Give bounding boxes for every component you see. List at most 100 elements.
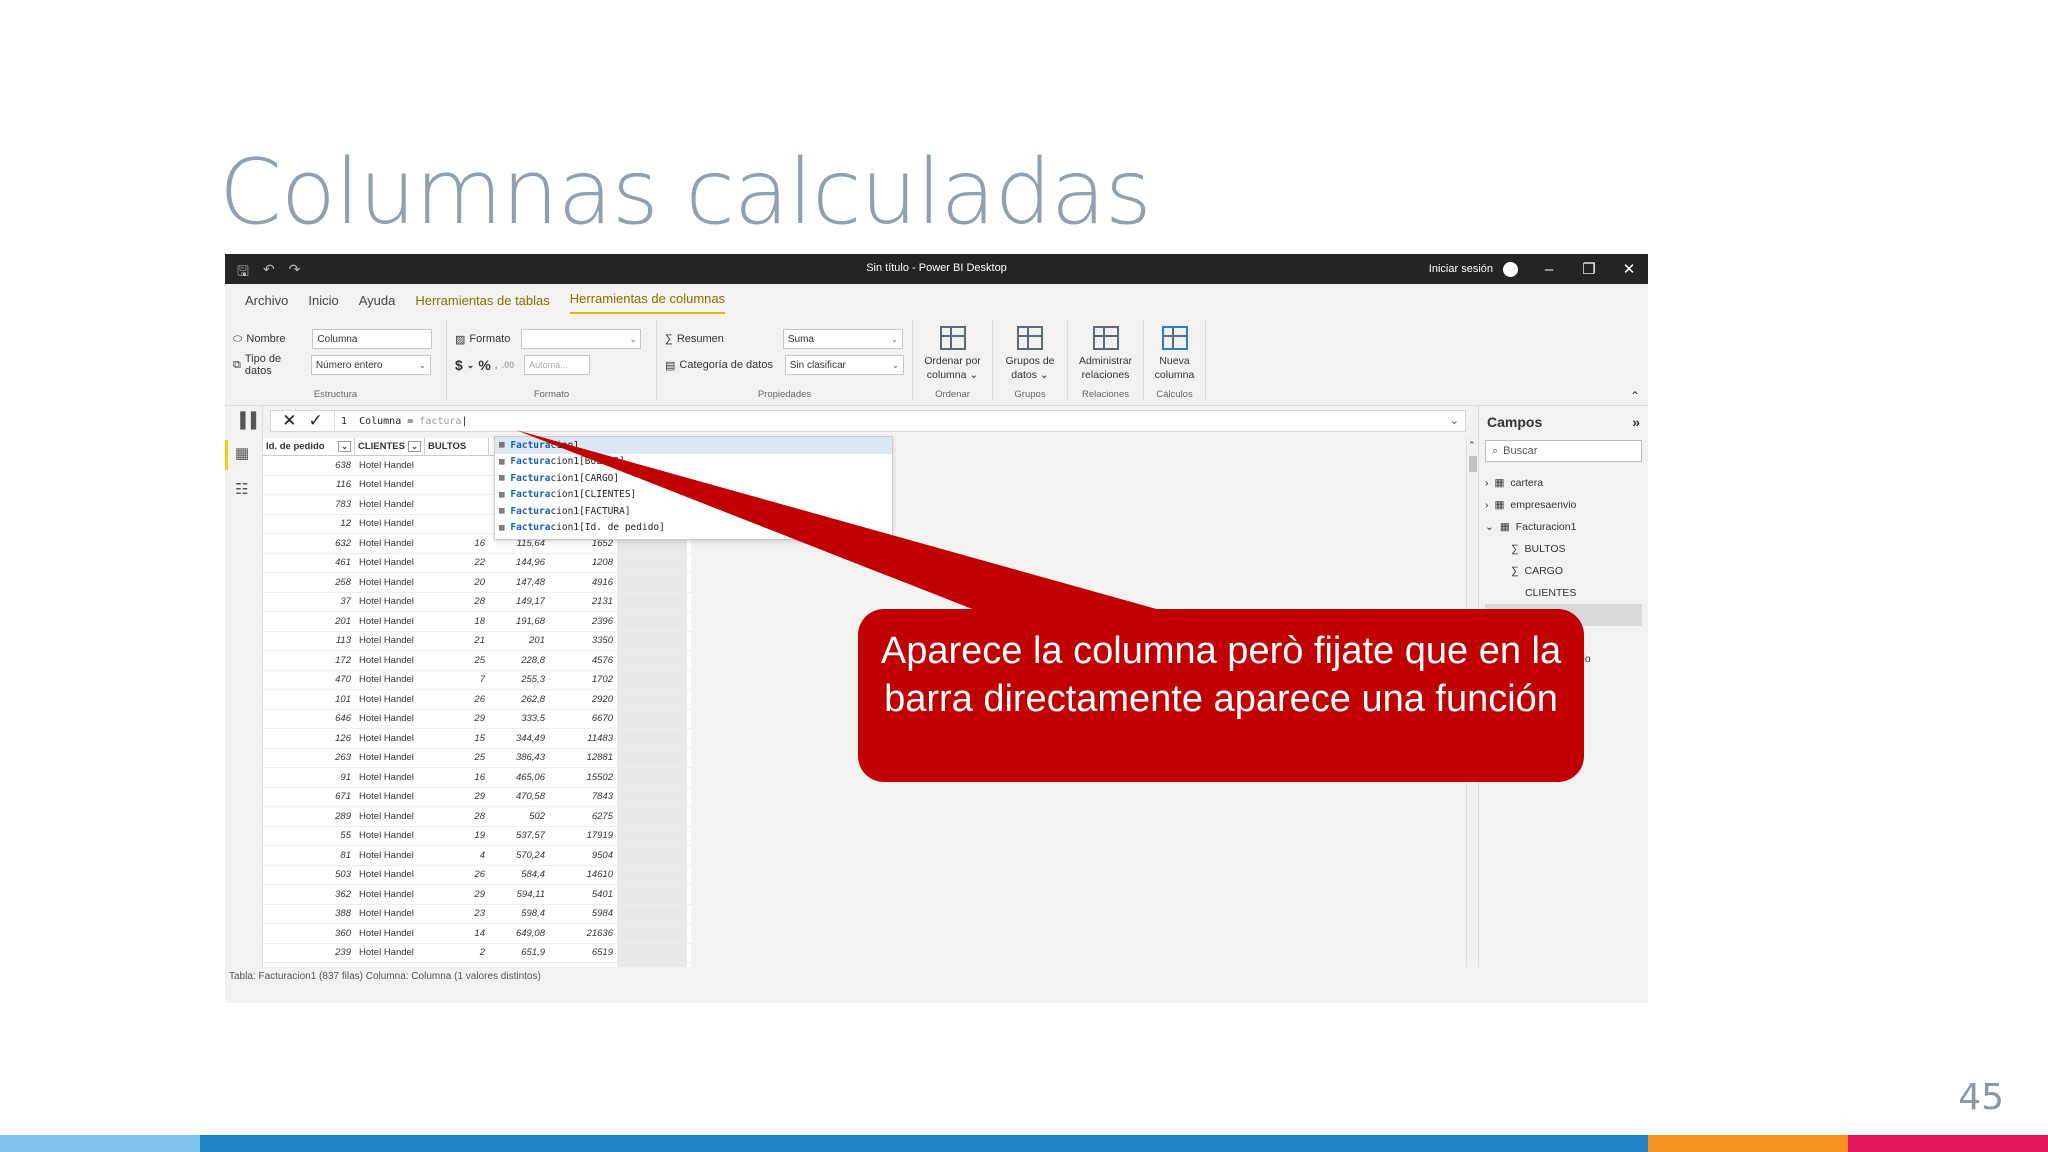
data-view-icon[interactable]: ▦ bbox=[235, 444, 249, 462]
tab-inicio[interactable]: Inicio bbox=[308, 293, 338, 314]
formula-text[interactable]: 1 Columna = factura| bbox=[335, 416, 467, 427]
table-item-facturacion1[interactable]: ⌄ ▦ Facturacion1 bbox=[1485, 516, 1642, 538]
cell-columna bbox=[617, 904, 687, 923]
field-item-cargo[interactable]: ∑ CARGO bbox=[1485, 560, 1642, 582]
manage-relationships-button[interactable]: Administrar relaciones bbox=[1076, 326, 1135, 382]
resumen-dropdown[interactable]: Suma ⌄ bbox=[782, 329, 903, 349]
tipo-dropdown[interactable]: Número entero ⌄ bbox=[310, 355, 431, 375]
field-item-bultos[interactable]: ∑ BULTOS bbox=[1485, 538, 1642, 560]
data-groups-button[interactable]: Grupos de datos ⌄ bbox=[1001, 326, 1059, 382]
tab-ayuda[interactable]: Ayuda bbox=[359, 293, 396, 314]
scroll-up-icon[interactable]: ⌃ bbox=[1468, 440, 1476, 451]
table-icon: ▦ bbox=[499, 522, 505, 533]
table-row[interactable]: 37 Hotel Handel 28 149,17 2131 bbox=[263, 592, 691, 612]
autocomplete-item[interactable]: ▦ Facturacion1[CLIENTES] bbox=[495, 487, 892, 504]
relationships-icon bbox=[1092, 326, 1119, 350]
table-row[interactable]: 671 Hotel Handel 29 470,58 7843 bbox=[263, 787, 691, 807]
decimals-icon[interactable]: .00 bbox=[502, 360, 515, 370]
cell-cargo: 262,8 bbox=[521, 693, 545, 705]
table-row[interactable]: 113 Hotel Handel 21 201 3350 bbox=[263, 631, 691, 651]
col-header-id[interactable]: Id. de pedido ⌄ bbox=[263, 438, 355, 455]
table-row[interactable]: 126 Hotel Handel 15 344,49 11483 bbox=[263, 729, 691, 749]
autocomplete-list[interactable]: ▦ Facturacion1 ▦ Facturacion1[BULTOS] ▦ Factu… bbox=[494, 436, 893, 540]
cell-columna bbox=[617, 690, 687, 709]
chevron-down-icon[interactable]: ⌄ bbox=[467, 360, 475, 371]
tab-archivo[interactable]: Archivo bbox=[245, 293, 288, 314]
cell-cliente: Hotel Handel bbox=[359, 830, 414, 842]
decimals-input[interactable]: Automá... bbox=[524, 355, 591, 375]
cell-cliente: Hotel Handel bbox=[359, 908, 414, 920]
autocomplete-item[interactable]: ▦ Facturacion1[Id. de pedido] bbox=[495, 520, 892, 537]
table-row[interactable]: 172 Hotel Handel 25 228,8 4576 bbox=[263, 651, 691, 671]
table-row[interactable]: 362 Hotel Handel 29 594,11 5401 bbox=[263, 885, 691, 905]
table-row[interactable]: 503 Hotel Handel 26 584,4 14610 bbox=[263, 865, 691, 885]
table-row[interactable]: 289 Hotel Handel 28 502 6275 bbox=[263, 807, 691, 827]
cell-bultos: 18 bbox=[474, 615, 485, 627]
cell-columna bbox=[617, 787, 687, 806]
table-row[interactable]: 388 Hotel Handel 23 598,4 5984 bbox=[263, 904, 691, 924]
cell-factura: 4916 bbox=[591, 576, 613, 588]
scroll-thumb[interactable] bbox=[1469, 456, 1477, 472]
report-view-icon[interactable]: ▐▐ bbox=[235, 412, 256, 429]
sort-by-column-button[interactable]: Ordenar por columna ⌄ bbox=[921, 326, 984, 382]
field-item-clientes[interactable]: CLIENTES bbox=[1485, 582, 1642, 604]
table-row[interactable]: 263 Hotel Handel 25 386,43 12881 bbox=[263, 748, 691, 768]
table-row[interactable]: 201 Hotel Handel 18 191,68 2396 bbox=[263, 612, 691, 632]
cell-cliente: Hotel Handel bbox=[359, 927, 414, 939]
group-calculos: Nueva columna Cálculos bbox=[1144, 320, 1206, 400]
restore-icon[interactable]: ❐ bbox=[1580, 260, 1598, 278]
cell-columna bbox=[617, 612, 687, 631]
cell-bultos: 4 bbox=[479, 849, 485, 861]
new-column-button[interactable]: Nueva columna bbox=[1152, 326, 1197, 382]
formato-dropdown[interactable]: ⌄ bbox=[521, 329, 642, 349]
collapse-ribbon-icon[interactable]: ⌃ bbox=[1630, 389, 1640, 403]
tab-herramientas-columnas[interactable]: Herramientas de columnas bbox=[569, 291, 726, 314]
cell-id: 470 bbox=[335, 674, 351, 686]
table-row[interactable]: 258 Hotel Handel 20 147,48 4916 bbox=[263, 573, 691, 593]
currency-button[interactable]: $ bbox=[455, 357, 463, 373]
autocomplete-item[interactable]: ▦ Facturacion1[FACTURA] bbox=[495, 503, 892, 520]
cell-cargo: 537,57 bbox=[515, 830, 545, 842]
autocomplete-item[interactable]: ▦ Facturacion1[CARGO] bbox=[495, 470, 892, 487]
col-header-clientes[interactable]: CLIENTES ⌄ bbox=[355, 438, 425, 455]
nombre-input[interactable]: Columna bbox=[312, 329, 433, 349]
tab-herramientas-tablas[interactable]: Herramientas de tablas bbox=[415, 293, 549, 314]
table-icon: ▦ bbox=[499, 440, 505, 451]
table-item-cartera[interactable]: › ▦ cartera bbox=[1485, 472, 1642, 494]
table-row[interactable]: 91 Hotel Handel 16 465,06 15502 bbox=[263, 768, 691, 788]
autocomplete-item[interactable]: ▦ Facturacion1[BULTOS] bbox=[495, 454, 892, 471]
cell-cliente: Hotel Handel bbox=[359, 752, 414, 764]
close-icon[interactable]: ✕ bbox=[1620, 260, 1638, 278]
signin-link[interactable]: Iniciar sesión bbox=[1429, 263, 1493, 275]
avatar[interactable] bbox=[1503, 261, 1518, 277]
table-row[interactable]: 239 Hotel Handel 2 651,9 6519 bbox=[263, 943, 691, 963]
commit-icon[interactable]: ✓ bbox=[309, 411, 323, 431]
collapse-pane-icon[interactable]: » bbox=[1632, 414, 1640, 430]
formula-bar[interactable]: ✕ ✓ 1 Columna = factura| ⌄ bbox=[270, 410, 1466, 432]
cell-cliente: Hotel Handel bbox=[359, 576, 414, 588]
col-header-bultos[interactable]: BULTOS bbox=[425, 438, 489, 455]
autocomplete-item[interactable]: ▦ Facturacion1 bbox=[495, 437, 892, 454]
table-row[interactable]: 646 Hotel Handel 29 333,5 6670 bbox=[263, 709, 691, 729]
cell-factura: 2920 bbox=[591, 693, 613, 705]
percent-button[interactable]: % bbox=[478, 357, 490, 373]
comma-button[interactable]: , bbox=[495, 360, 498, 371]
minimize-icon[interactable]: – bbox=[1540, 261, 1558, 278]
cell-cliente: Hotel Handel bbox=[359, 888, 414, 900]
new-column-icon bbox=[1161, 326, 1188, 350]
table-row[interactable]: 360 Hotel Handel 14 649,08 21636 bbox=[263, 924, 691, 944]
model-view-icon[interactable]: ☷ bbox=[235, 480, 248, 498]
chevron-down-icon[interactable]: ⌄ bbox=[1450, 414, 1459, 427]
cancel-icon[interactable]: ✕ bbox=[282, 411, 296, 431]
cell-cliente: Hotel Handel bbox=[359, 947, 414, 959]
table-row[interactable]: 470 Hotel Handel 7 255,3 1702 bbox=[263, 670, 691, 690]
table-row[interactable]: 101 Hotel Handel 26 262,8 2920 bbox=[263, 690, 691, 710]
cell-id: 671 bbox=[335, 791, 351, 803]
fields-search-input[interactable]: ⌕ Buscar bbox=[1485, 440, 1642, 462]
table-row[interactable]: 461 Hotel Handel 22 144,96 1208 bbox=[263, 553, 691, 573]
table-item-empresaenvio[interactable]: › ▦ empresaenvio bbox=[1485, 494, 1642, 516]
categoria-dropdown[interactable]: Sin clasificar ⌄ bbox=[784, 355, 904, 375]
table-row[interactable]: 81 Hotel Handel 4 570,24 9504 bbox=[263, 846, 691, 866]
cell-bultos: 19 bbox=[474, 830, 485, 842]
table-row[interactable]: 55 Hotel Handel 19 537,57 17919 bbox=[263, 826, 691, 846]
